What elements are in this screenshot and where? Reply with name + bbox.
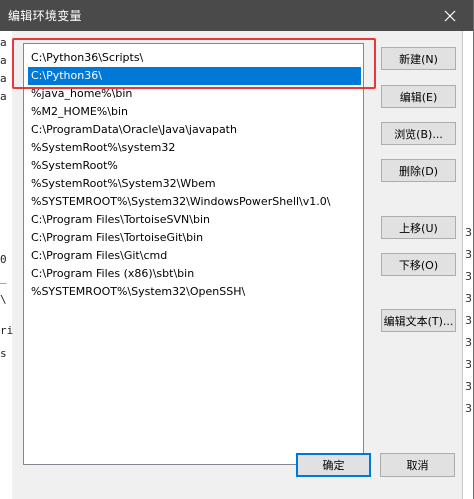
- delete-button[interactable]: 删除(D): [381, 159, 456, 182]
- list-item[interactable]: %SystemRoot%\System32\Wbem: [28, 175, 216, 193]
- window-title: 编辑环境变量: [8, 9, 82, 23]
- bg-char: 3: [465, 226, 472, 239]
- list-item[interactable]: %M2_HOME%\bin: [28, 103, 128, 121]
- background-window-left: a a a a 0 _ \ ri s: [0, 31, 14, 499]
- bg-char: a: [0, 54, 7, 67]
- bg-char: \: [0, 293, 7, 306]
- bg-char: 3: [465, 292, 472, 305]
- bg-char: s: [0, 347, 7, 360]
- background-window-right: 3 3 3 3 3 3 3 3 3: [462, 31, 473, 499]
- move-up-button[interactable]: 上移(U): [381, 216, 456, 239]
- list-item[interactable]: C:\ProgramData\Oracle\Java\javapath: [28, 121, 237, 139]
- bg-char: ri: [0, 324, 14, 337]
- bg-char: 3: [465, 270, 472, 283]
- browse-button[interactable]: 浏览(B)...: [381, 122, 456, 145]
- bg-char: 3: [465, 336, 472, 349]
- list-item[interactable]: %SYSTEMROOT%\System32\OpenSSH\: [28, 283, 245, 301]
- move-down-button[interactable]: 下移(O): [381, 253, 456, 276]
- close-button[interactable]: [427, 0, 473, 31]
- edit-button[interactable]: 编辑(E): [381, 85, 456, 108]
- bg-char: a: [0, 36, 7, 49]
- list-item[interactable]: C:\Program Files\Git\cmd: [28, 247, 167, 265]
- bg-char: _: [0, 271, 7, 284]
- bg-char: 3: [465, 248, 472, 261]
- new-button[interactable]: 新建(N): [381, 47, 456, 70]
- edit-env-var-dialog: 编辑环境变量 a a a a 0 _ \ ri s 3 3 3 3 3 3 3 …: [0, 0, 474, 499]
- list-item[interactable]: C:\Program Files\TortoiseSVN\bin: [28, 211, 210, 229]
- bg-char: 3: [465, 358, 472, 371]
- list-item[interactable]: C:\Program Files\TortoiseGit\bin: [28, 229, 203, 247]
- ok-button[interactable]: 确定: [296, 453, 371, 477]
- bg-char: 0: [0, 253, 7, 266]
- list-item[interactable]: %SystemRoot%\system32: [28, 139, 175, 157]
- bg-char: 3: [465, 314, 472, 327]
- list-item-selected[interactable]: C:\Python36\: [28, 67, 361, 85]
- list-item[interactable]: C:\Program Files (x86)\sbt\bin: [28, 265, 194, 283]
- edit-text-button[interactable]: 编辑文本(T)...: [381, 309, 456, 332]
- bg-char: a: [0, 72, 7, 85]
- list-item[interactable]: C:\Python36\Scripts\: [28, 49, 143, 67]
- title-bar[interactable]: 编辑环境变量: [0, 0, 473, 31]
- bg-char: a: [0, 90, 7, 103]
- cancel-button[interactable]: 取消: [380, 453, 455, 477]
- list-item[interactable]: %java_home%\bin: [28, 85, 132, 103]
- list-item[interactable]: %SystemRoot%: [28, 157, 118, 175]
- bg-char: 3: [465, 402, 472, 415]
- list-item[interactable]: %SYSTEMROOT%\System32\WindowsPowerShell\…: [28, 193, 330, 211]
- close-icon: [444, 10, 456, 21]
- path-list[interactable]: C:\Python36\Scripts\ C:\Python36\ %java_…: [23, 43, 364, 465]
- bg-char: 3: [465, 380, 472, 393]
